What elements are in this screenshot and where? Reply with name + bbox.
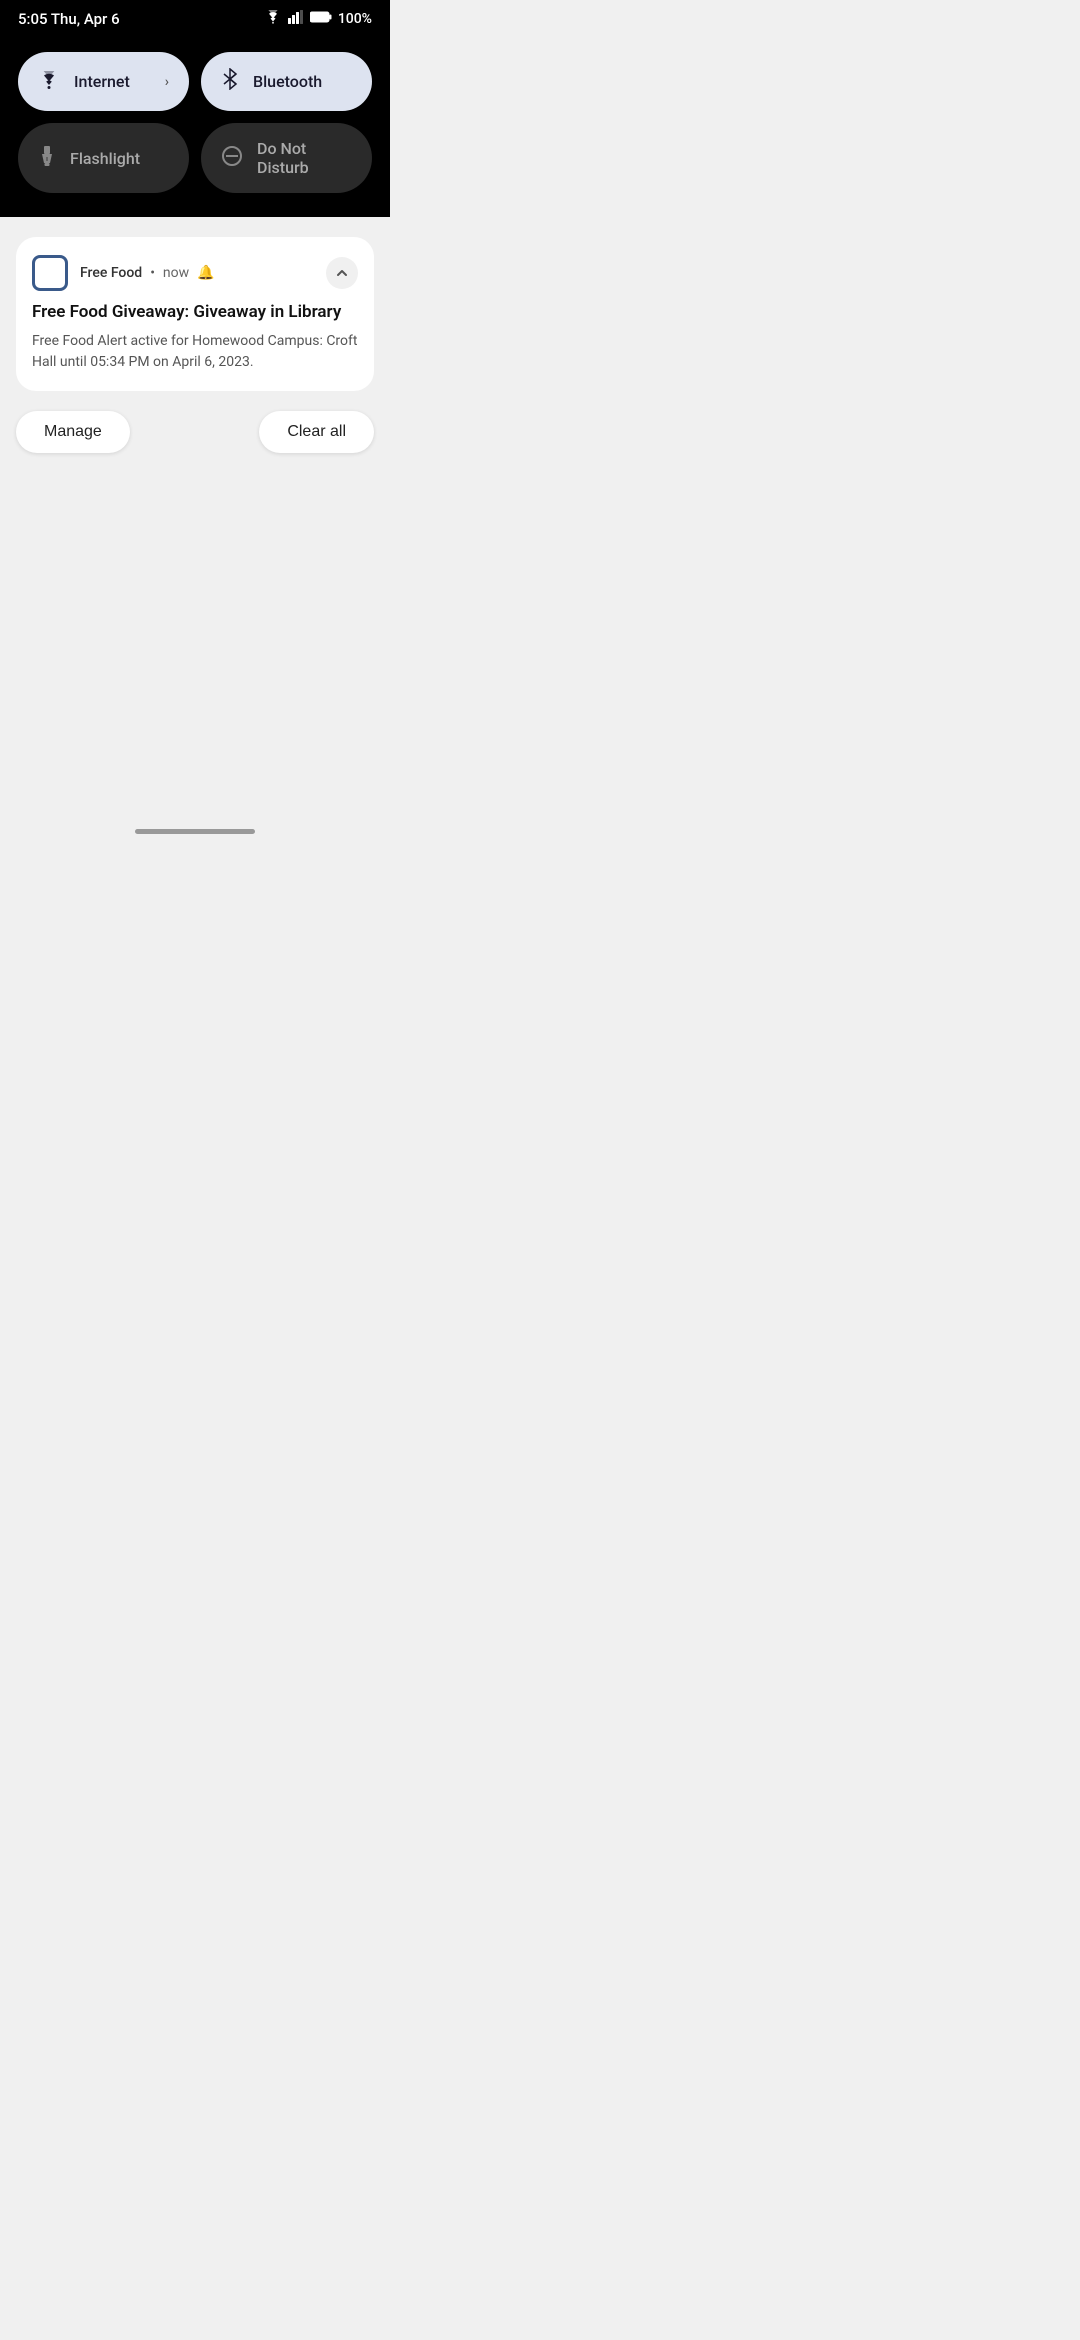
dnd-qs-icon <box>221 145 243 172</box>
signal-icon <box>288 10 304 28</box>
flashlight-qs-icon <box>38 145 56 172</box>
clear-all-button[interactable]: Clear all <box>259 411 374 453</box>
quick-settings-panel: Internet › Bluetooth Flashlight <box>0 36 390 217</box>
app-meta: Free Food • now 🔔 <box>80 265 215 281</box>
bell-icon: 🔔 <box>197 265 214 281</box>
status-time: 5:05 Thu, Apr 6 <box>18 10 120 28</box>
bluetooth-label: Bluetooth <box>253 72 352 91</box>
expand-button[interactable] <box>326 257 358 289</box>
internet-label: Internet <box>74 72 151 91</box>
battery-percent: 100% <box>338 11 372 27</box>
dnd-tile[interactable]: Do Not Disturb <box>201 123 372 193</box>
home-bar <box>135 829 255 834</box>
internet-tile[interactable]: Internet › <box>18 52 189 111</box>
notification-body: Free Food Alert active for Homewood Camp… <box>32 331 358 373</box>
app-icon <box>32 255 68 291</box>
app-info: Free Food • now 🔔 <box>32 255 215 291</box>
notification-card: Free Food • now 🔔 Free Food Giveaway: Gi… <box>16 237 374 391</box>
flashlight-tile[interactable]: Flashlight <box>18 123 189 193</box>
home-indicator <box>0 817 390 842</box>
dnd-label: Do Not Disturb <box>257 139 352 177</box>
bluetooth-qs-icon <box>221 68 239 95</box>
status-bar: 5:05 Thu, Apr 6 <box>0 0 390 36</box>
status-icons: 100% <box>264 10 372 28</box>
notification-time: now <box>163 265 189 281</box>
internet-arrow: › <box>165 74 169 90</box>
bluetooth-tile[interactable]: Bluetooth <box>201 52 372 111</box>
flashlight-label: Flashlight <box>70 149 169 168</box>
wifi-qs-icon <box>38 70 60 94</box>
app-name: Free Food <box>80 265 142 281</box>
wifi-icon <box>264 10 282 28</box>
notification-area: Free Food • now 🔔 Free Food Giveaway: Gi… <box>0 217 390 817</box>
battery-icon <box>310 11 332 27</box>
dot-separator: • <box>150 265 155 281</box>
manage-button[interactable]: Manage <box>16 411 130 453</box>
notification-header: Free Food • now 🔔 <box>32 255 358 291</box>
notification-title: Free Food Giveaway: Giveaway in Library <box>32 301 358 323</box>
notification-actions: Manage Clear all <box>16 411 374 453</box>
